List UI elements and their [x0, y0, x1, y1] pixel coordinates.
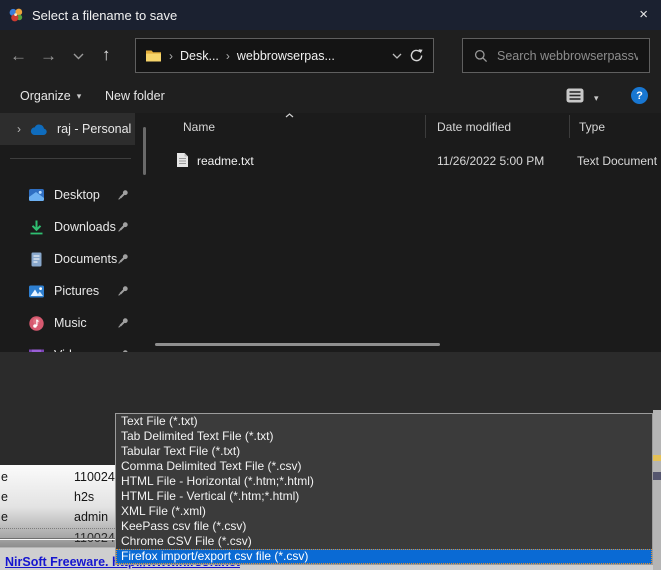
downloads-icon — [28, 219, 45, 236]
sidebar-item-label: Downloads — [54, 220, 116, 234]
file-name: readme.txt — [197, 154, 254, 168]
view-mode-icon[interactable] — [566, 88, 584, 103]
sidebar-item-pictures[interactable]: Pictures — [0, 275, 135, 307]
help-button[interactable]: ? — [631, 87, 648, 104]
close-button[interactable]: × — [639, 6, 648, 23]
sidebar-item-label: Desktop — [54, 188, 100, 202]
command-bar: Organize ▾ New folder ▾ ? — [0, 82, 661, 113]
background-table-row: e 1100249 — [1, 470, 115, 484]
background-table-row: e h2s — [1, 490, 95, 504]
column-header-type[interactable]: Type — [579, 120, 605, 134]
pin-icon — [117, 285, 129, 297]
chevron-right-icon[interactable]: › — [17, 122, 21, 136]
column-header-date-modified[interactable]: Date modified — [437, 120, 511, 134]
dropdown-item[interactable]: Comma Delimited Text File (*.csv) — [116, 459, 652, 474]
breadcrumb-separator-icon: › — [169, 48, 173, 63]
background-fragment — [653, 472, 661, 480]
recent-locations-chevron-icon[interactable] — [73, 53, 84, 60]
sidebar-item-label: Music — [54, 316, 87, 330]
column-separator — [425, 115, 426, 138]
address-dropdown-chevron-icon[interactable] — [392, 53, 402, 59]
dropdown-item[interactable]: Tab Delimited Text File (*.txt) — [116, 429, 652, 444]
pictures-icon — [28, 283, 45, 300]
file-type: Text Document — [577, 154, 658, 168]
up-button[interactable]: ↑ — [102, 46, 111, 63]
dropdown-item-selected[interactable]: Firefox import/export csv file (*.csv) — [116, 549, 652, 564]
sidebar-item-music[interactable]: Music — [0, 307, 135, 339]
forward-button[interactable]: → — [40, 47, 57, 64]
background-app-right-edge — [653, 410, 661, 570]
titlebar: Select a filename to save × — [0, 0, 661, 30]
sort-ascending-icon — [285, 113, 294, 118]
chevron-down-icon: ▾ — [76, 90, 82, 101]
background-statusbar-divider — [0, 539, 115, 540]
organize-button[interactable]: Organize ▾ — [20, 89, 81, 103]
new-folder-label: New folder — [105, 89, 165, 103]
save-as-type-dropdown: Text File (*.txt) Tab Delimited Text Fil… — [115, 413, 653, 565]
dropdown-item[interactable]: XML File (*.xml) — [116, 504, 652, 519]
column-header-name[interactable]: Name — [183, 120, 215, 134]
dropdown-item[interactable]: KeePass csv file (*.csv) — [116, 519, 652, 534]
dropdown-item[interactable]: Tabular Text File (*.txt) — [116, 444, 652, 459]
refresh-icon[interactable] — [409, 48, 424, 63]
folder-icon — [145, 49, 162, 63]
search-icon — [474, 49, 488, 63]
app-icon — [8, 7, 24, 23]
file-list: Name Date modified Type readme.txt 11/26… — [152, 113, 661, 352]
dialog-title: Select a filename to save — [32, 7, 178, 23]
pin-icon — [117, 189, 129, 201]
save-dialog-window: Select a filename to save × ← → ↑ › Desk… — [0, 0, 661, 570]
sidebar-item-desktop[interactable]: Desktop — [0, 179, 135, 211]
sidebar-item-onedrive[interactable]: › raj - Personal — [0, 113, 135, 145]
breadcrumb-desktop[interactable]: Desk... — [180, 49, 219, 63]
sidebar-item-documents[interactable]: Documents — [0, 243, 135, 275]
onedrive-cloud-icon — [30, 123, 48, 136]
sidebar-item-label: raj - Personal — [57, 122, 132, 136]
sidebar-item-videos[interactable]: Videos — [0, 339, 135, 352]
sidebar-item-downloads[interactable]: Downloads — [0, 211, 135, 243]
organize-label: Organize — [20, 89, 71, 103]
new-folder-button[interactable]: New folder — [105, 89, 165, 103]
breadcrumb-current-folder[interactable]: webbrowserpas... — [237, 49, 335, 63]
main-area: › raj - Personal Desktop Downloads Docum… — [0, 113, 661, 352]
background-fragment — [653, 455, 661, 461]
horizontal-scrollbar[interactable] — [155, 343, 440, 346]
back-button[interactable]: ← — [10, 47, 27, 64]
file-date-modified: 11/26/2022 5:00 PM — [437, 154, 545, 168]
address-bar[interactable]: › Desk... › webbrowserpas... — [135, 38, 434, 73]
background-table-row: e admin — [1, 510, 109, 524]
dropdown-item[interactable]: HTML File - Horizontal (*.htm;*.html) — [116, 474, 652, 489]
sidebar-item-label: Documents — [54, 252, 118, 266]
sidebar-item-label: Pictures — [54, 284, 100, 298]
column-separator — [569, 115, 570, 138]
dropdown-item[interactable]: Text File (*.txt) — [116, 414, 652, 429]
pin-icon — [117, 221, 129, 233]
search-placeholder: Search webbrowserpassview — [497, 48, 638, 63]
sidebar-scrollbar[interactable] — [143, 127, 146, 175]
text-file-icon — [176, 152, 189, 168]
desktop-icon — [28, 187, 45, 204]
breadcrumb-separator-icon: › — [225, 48, 230, 63]
pin-icon — [117, 317, 129, 329]
search-box[interactable]: Search webbrowserpassview — [462, 38, 650, 73]
music-icon — [28, 315, 45, 332]
documents-icon — [28, 251, 45, 268]
sidebar-separator — [10, 158, 131, 159]
dropdown-item[interactable]: HTML File - Vertical (*.htm;*.html) — [116, 489, 652, 504]
dropdown-item[interactable]: Chrome CSV File (*.csv) — [116, 534, 652, 549]
view-mode-chevron-icon[interactable]: ▾ — [594, 93, 599, 104]
pin-icon — [117, 253, 129, 265]
